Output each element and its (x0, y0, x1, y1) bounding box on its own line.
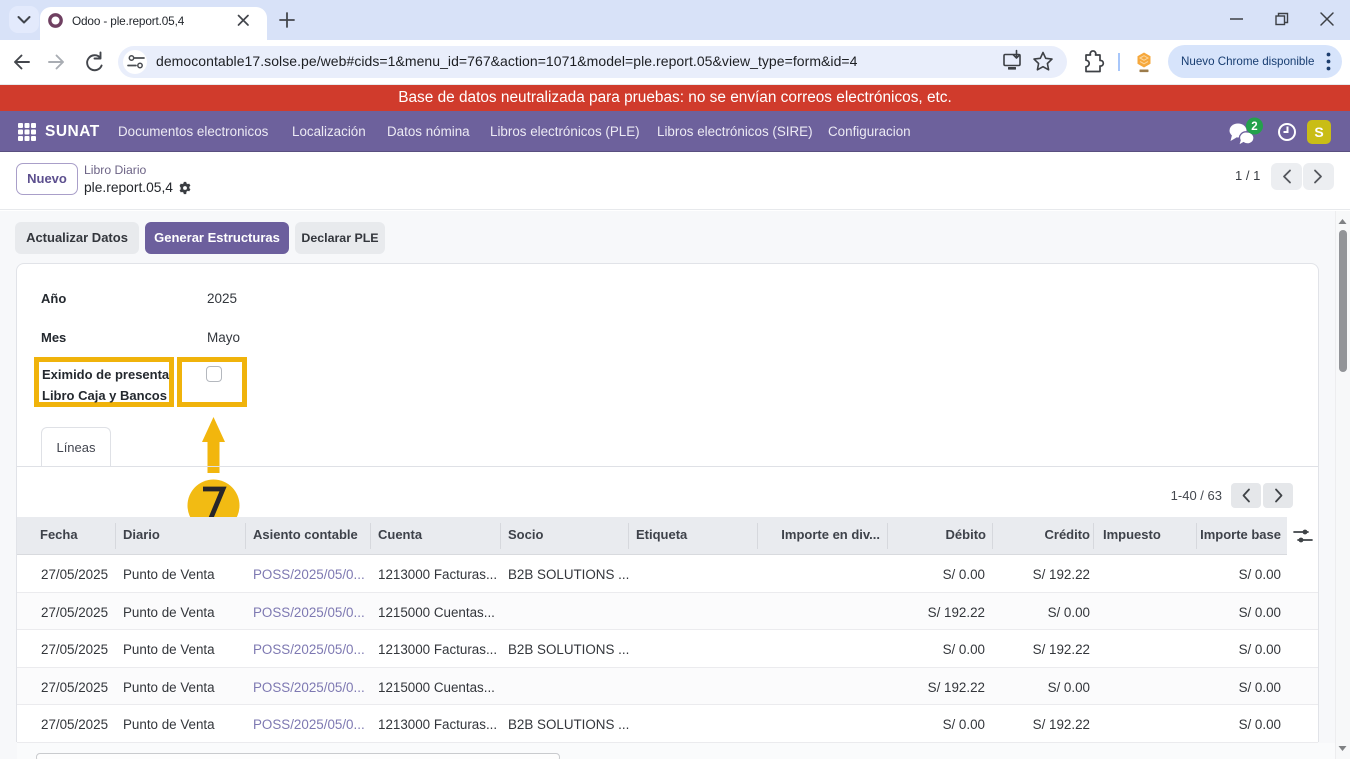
svg-text:S: S (1314, 124, 1323, 140)
svg-text:2: 2 (1251, 121, 1257, 133)
